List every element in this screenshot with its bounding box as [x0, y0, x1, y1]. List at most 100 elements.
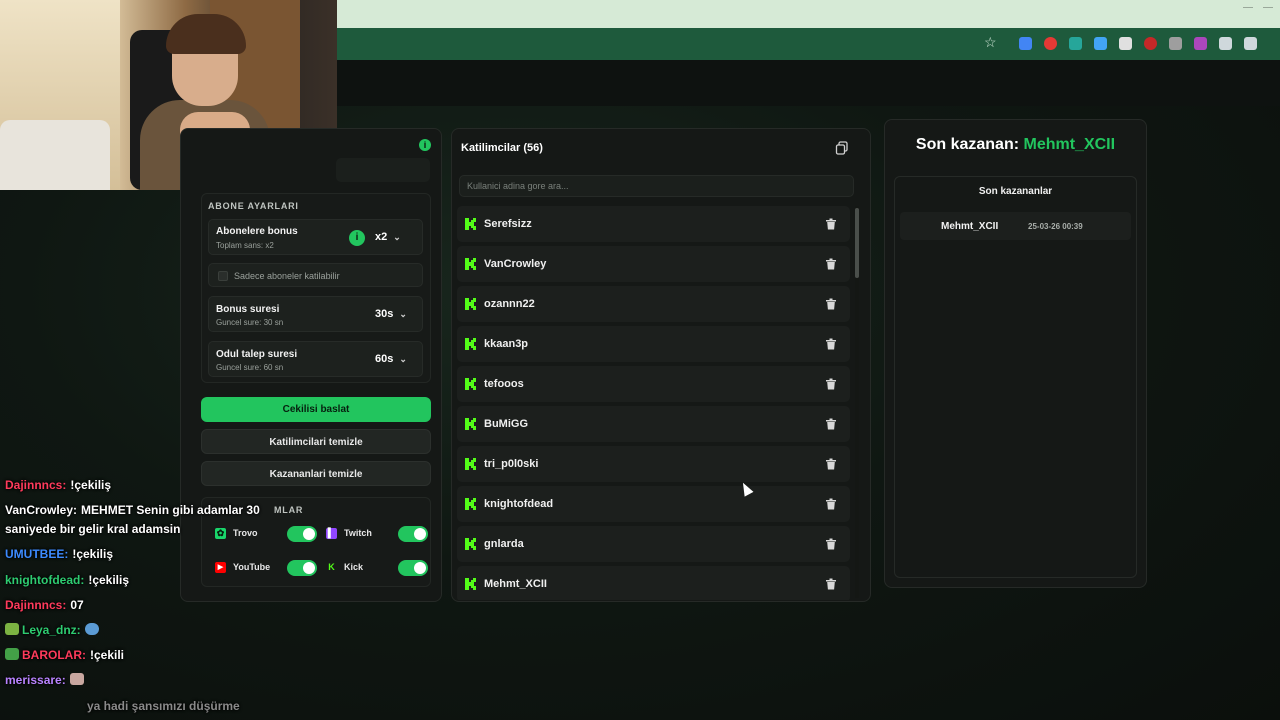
chat-text: !çekiliş	[72, 547, 114, 561]
twitch-toggle[interactable]	[398, 526, 428, 542]
twitch-icon: ▍	[326, 528, 337, 539]
chevron-down-icon: ⌄	[393, 232, 401, 242]
claim-duration-value: 60s	[375, 353, 394, 365]
subscriber-bonus-value: x2	[375, 231, 388, 243]
list-item: tefooos	[457, 366, 850, 402]
scrollbar-thumb[interactable]	[855, 208, 859, 278]
kick-icon	[465, 458, 476, 470]
participant-list: Serefsizz VanCrowley ozannn22 kkaan3p te…	[457, 206, 850, 600]
participant-name: VanCrowley	[484, 258, 547, 270]
claim-duration-sub: Guncel sure: 60 sn	[216, 363, 284, 372]
bonus-duration-select[interactable]: 30s ⌄	[375, 308, 407, 320]
browser-extension-icon[interactable]	[1169, 37, 1182, 50]
chat-text: !çekiliş	[88, 573, 130, 587]
browser-extension-icon[interactable]	[1019, 37, 1032, 50]
list-item: gnlarda	[457, 526, 850, 562]
trash-icon[interactable]	[825, 338, 837, 350]
trash-icon[interactable]	[825, 498, 837, 510]
platform-youtube: ▶ YouTube	[212, 556, 317, 580]
participants-title: Katilimcilar (56)	[461, 142, 543, 154]
bonus-info-icon[interactable]: i	[349, 230, 365, 246]
subscriber-bonus-select[interactable]: x2 ⌄	[375, 231, 401, 243]
kick-icon	[465, 378, 476, 390]
youtube-toggle[interactable]	[287, 560, 317, 576]
trash-icon[interactable]	[825, 258, 837, 270]
subscriber-settings-title: ABONE AYARLARI	[208, 201, 299, 211]
recent-winner-row: Mehmt_XCII 25-03-26 00:39	[900, 212, 1131, 240]
chat-text: MEHMET Senin gibi adamlar 30	[81, 503, 260, 517]
clear-participants-button[interactable]: Katilimcilari temizle	[201, 429, 431, 454]
chat-message: UMUTBEE: !çekiliş	[5, 547, 113, 561]
trash-icon[interactable]	[825, 378, 837, 390]
participant-name: gnlarda	[484, 538, 524, 550]
chat-user: merissare:	[5, 673, 66, 687]
claim-duration-label: Odul talep suresi	[216, 349, 298, 360]
browser-extension-icon[interactable]	[1244, 37, 1257, 50]
browser-extension-icon[interactable]	[1044, 37, 1057, 50]
maximize-button[interactable]	[1263, 7, 1273, 8]
chat-message: Dajinnncs: 07	[5, 598, 84, 612]
browser-extension-icon[interactable]	[1119, 37, 1132, 50]
list-item: ozannn22	[457, 286, 850, 322]
chat-user: Dajinnncs:	[5, 478, 67, 492]
list-item: VanCrowley	[457, 246, 850, 282]
copy-icon[interactable]	[835, 141, 849, 155]
recent-winners-title: Son kazananlar	[978, 186, 1053, 197]
subscriber-bonus-label: Abonelere bonus	[216, 226, 298, 237]
clear-winners-button[interactable]: Kazananlari temizle	[201, 461, 431, 486]
browser-extension-icon[interactable]	[1194, 37, 1207, 50]
browser-extension-icon[interactable]	[1219, 37, 1232, 50]
info-icon[interactable]: i	[419, 139, 431, 151]
participant-name: tefooos	[484, 378, 524, 390]
kick-icon	[465, 298, 476, 310]
browser-extension-icon[interactable]	[1094, 37, 1107, 50]
platform-twitch: ▍ Twitch	[323, 522, 428, 546]
chat-user: Leya_dnz:	[22, 623, 81, 637]
platform-name: Twitch	[344, 528, 372, 538]
trash-icon[interactable]	[825, 298, 837, 310]
kick-icon	[465, 578, 476, 590]
chat-text: !çekiliş	[70, 478, 112, 492]
kick-icon	[465, 498, 476, 510]
participant-name: Mehmt_XCII	[484, 578, 547, 590]
last-winner-heading: Son kazanan: Mehmt_XCII	[884, 136, 1147, 154]
start-raffle-button[interactable]: Cekilisi baslat	[201, 397, 431, 422]
emote-icon	[5, 623, 19, 635]
list-item: BuMiGG	[457, 406, 850, 442]
recent-winner-name: Mehmt_XCII	[941, 221, 999, 232]
browser-extension-icon[interactable]	[1144, 37, 1157, 50]
claim-duration-select[interactable]: 60s ⌄	[375, 353, 407, 365]
participant-name: Serefsizz	[484, 218, 532, 230]
trash-icon[interactable]	[825, 538, 837, 550]
subscribers-only-checkbox[interactable]	[218, 271, 228, 281]
chat-message: Dajinnncs: !çekiliş	[5, 478, 111, 492]
kick-icon	[465, 258, 476, 270]
trash-icon[interactable]	[825, 218, 837, 230]
subscribers-only-label: Sadece aboneler katilabilir	[234, 271, 340, 281]
chat-message: VanCrowley: MEHMET Senin gibi adamlar 30	[5, 503, 260, 517]
kick-icon	[465, 538, 476, 550]
browser-extension-icon[interactable]	[1069, 37, 1082, 50]
participant-search-input[interactable]	[459, 175, 854, 197]
chat-message: BAROLAR: !çekili	[5, 648, 124, 662]
chat-user: knightofdead:	[5, 573, 85, 587]
chat-text: saniyede bir gelir kral adamsin	[5, 522, 181, 536]
participant-name: kkaan3p	[484, 338, 529, 350]
bonus-duration-row: Bonus suresi Guncel sure: 30 sn 30s ⌄	[208, 296, 423, 332]
chat-message: ya hadi şansımızı düşürme	[87, 699, 240, 713]
platform-trovo: ✿ Trovo	[212, 522, 317, 546]
trash-icon[interactable]	[825, 578, 837, 590]
bookmark-star-icon[interactable]: ☆	[984, 34, 997, 51]
settings-input[interactable]	[336, 158, 430, 182]
subscriber-bonus-row: Abonelere bonus Toplam sans: x2 i x2 ⌄	[208, 219, 423, 255]
subscribers-only-row[interactable]: Sadece aboneler katilabilir	[208, 263, 423, 287]
trash-icon[interactable]	[825, 418, 837, 430]
participant-name: knightofdead	[484, 498, 554, 510]
minimize-button[interactable]	[1243, 7, 1253, 8]
last-winner-prefix: Son kazanan:	[915, 136, 1020, 153]
chat-user: UMUTBEE:	[5, 547, 69, 561]
trovo-toggle[interactable]	[287, 526, 317, 542]
kick-toggle[interactable]	[398, 560, 428, 576]
trash-icon[interactable]	[825, 458, 837, 470]
chat-user: Dajinnncs:	[5, 598, 67, 612]
